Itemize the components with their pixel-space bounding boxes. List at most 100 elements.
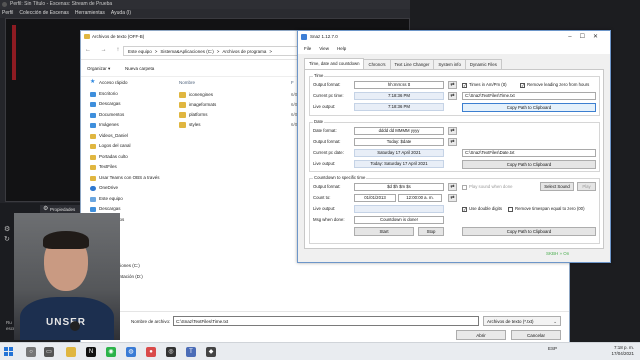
date-current-value: Saturday 17 April 2021 bbox=[354, 149, 444, 157]
obs-menu-herramientas[interactable]: Herramientas bbox=[75, 9, 105, 18]
refresh-icon[interactable]: ↻ bbox=[4, 235, 14, 245]
time-output-format-input[interactable]: hh:mm:ss tt bbox=[354, 81, 444, 89]
file-name: iconengines bbox=[189, 92, 214, 97]
sidebar-item[interactable]: Usar Teams con OBS a través bbox=[81, 173, 167, 184]
back-forward-icon[interactable]: ← → ↑ bbox=[85, 47, 123, 53]
countdown-stop-button[interactable]: Stop bbox=[418, 227, 444, 236]
menu-view[interactable]: View bbox=[319, 43, 329, 54]
filetype-select[interactable]: Archivos de texto (*.txt) ⌄ bbox=[483, 316, 561, 326]
time-file-path[interactable]: C:\Snaz\TextFiles\Time.txt bbox=[462, 92, 596, 100]
obs-menu-escenas[interactable]: Colección de Escenas bbox=[19, 9, 68, 18]
task-view-icon[interactable]: ▭ bbox=[44, 347, 54, 357]
obs-icon[interactable]: ◎ bbox=[166, 347, 176, 357]
sidebar-item[interactable]: OneDrive bbox=[81, 183, 167, 194]
cancel-button[interactable]: Cancelar bbox=[511, 330, 561, 340]
sidebar-item[interactable]: Videos_Daniel bbox=[81, 131, 167, 142]
sidebar-item[interactable]: TextFiles bbox=[81, 162, 167, 173]
image-icon bbox=[90, 123, 96, 128]
app-icon[interactable]: ◆ bbox=[206, 347, 216, 357]
tab-dynamic-files[interactable]: Dynamic Files bbox=[464, 59, 502, 69]
document-icon bbox=[90, 112, 96, 118]
ampm-checkbox[interactable]: ✓ Times in Am/Pm (tt) bbox=[462, 81, 507, 89]
breadcrumb-separator: > bbox=[154, 49, 158, 54]
sidebar-item[interactable]: Imágenes bbox=[81, 120, 167, 131]
sidebar-item[interactable]: ★ Acceso rápido bbox=[81, 78, 167, 89]
date-copy-path-button[interactable]: Copy Path to Clipboard bbox=[462, 160, 596, 169]
chrome-icon[interactable]: ◍ bbox=[126, 347, 136, 357]
teams-icon[interactable]: T bbox=[186, 347, 196, 357]
date-format-input[interactable]: dddd dd MMMM yyyy bbox=[354, 127, 444, 135]
obs-menu-ayuda[interactable]: Ayuda (I) bbox=[111, 9, 131, 18]
file-explorer-icon[interactable] bbox=[66, 347, 76, 357]
chevron-down-icon: ⌄ bbox=[553, 319, 557, 324]
folder-icon bbox=[90, 154, 96, 160]
app-icon[interactable]: N bbox=[86, 347, 96, 357]
system-clock[interactable]: 7:18 p. m. 17/04/2021 bbox=[611, 345, 634, 357]
file-name: imageformats bbox=[189, 102, 217, 107]
check-icon: ✓ bbox=[462, 82, 467, 88]
count-to-date[interactable]: 01/01/2013 bbox=[354, 194, 396, 202]
filename-input[interactable]: C:\Snaz\TextFiles\Time.txt bbox=[173, 316, 479, 326]
select-sound-button[interactable]: Select Sound bbox=[540, 182, 574, 191]
play-sound-checkbox[interactable]: Play sound when done bbox=[462, 183, 512, 191]
menu-file[interactable]: File bbox=[304, 43, 311, 54]
date-file-path[interactable]: C:\Snaz\TextFiles\Date.txt bbox=[462, 149, 596, 157]
folder-icon bbox=[179, 122, 186, 128]
windows-start-icon[interactable] bbox=[4, 347, 14, 357]
organize-button[interactable]: Organizar ▾ bbox=[87, 65, 110, 73]
microphone-icon bbox=[70, 321, 80, 331]
time-current-insert-button[interactable]: ⇄ bbox=[448, 92, 457, 100]
column-name[interactable]: Nombre bbox=[179, 80, 195, 85]
webcam-shirt-text: UNSER bbox=[46, 317, 87, 328]
date-format-insert-button[interactable]: ⇄ bbox=[448, 127, 457, 135]
new-folder-button[interactable]: Nueva carpeta bbox=[125, 65, 154, 73]
sidebar-item[interactable]: Documentos bbox=[81, 110, 167, 121]
tab-system-info[interactable]: System info bbox=[433, 59, 466, 69]
address-bar[interactable]: Este equipo > Sistema&Aplicaciones (C:) … bbox=[123, 46, 301, 56]
remove-zero-checkbox-label: Remove leading zero from hours bbox=[527, 82, 590, 87]
menu-help[interactable]: Help bbox=[337, 43, 346, 54]
breadcrumb-item[interactable]: Este equipo bbox=[128, 47, 152, 55]
time-format-insert-button[interactable]: ⇄ bbox=[448, 81, 457, 89]
count-to-insert-button[interactable]: ⇄ bbox=[448, 194, 457, 202]
double-digits-checkbox[interactable]: ✓ Use double digits bbox=[462, 205, 502, 213]
search-icon[interactable]: ○ bbox=[26, 347, 36, 357]
tab-time-date-countdown[interactable]: Time, date and countdown bbox=[304, 58, 365, 69]
sidebar-item[interactable]: Este equipo bbox=[81, 194, 167, 205]
whatsapp-icon[interactable]: ◉ bbox=[106, 347, 116, 357]
countdown-format-insert-button[interactable]: ⇄ bbox=[448, 183, 457, 191]
breadcrumb-item[interactable]: Archivos de programa bbox=[222, 47, 266, 55]
date-output-insert-button[interactable]: ⇄ bbox=[448, 138, 457, 146]
remove-zero-checkbox[interactable]: ✓ Remove leading zero from hours bbox=[520, 81, 589, 89]
play-button[interactable]: Play bbox=[577, 182, 596, 191]
column-date[interactable]: F bbox=[291, 78, 294, 88]
obs-menu-perfil[interactable]: Perfil bbox=[2, 9, 13, 18]
open-button[interactable]: Abrir bbox=[456, 330, 506, 340]
date-output-format-input[interactable]: Today: $date bbox=[354, 138, 444, 146]
sidebar-item[interactable]: Logos del canal bbox=[81, 141, 167, 152]
play-sound-label: Play sound when done bbox=[469, 184, 513, 189]
sidebar-item[interactable]: Escritorio bbox=[81, 89, 167, 100]
time-copy-path-button[interactable]: Copy Path to Clipboard bbox=[462, 103, 596, 112]
settings-icon[interactable]: ⚙ bbox=[4, 225, 14, 235]
window-controls[interactable]: –☐✕ bbox=[568, 31, 606, 43]
count-to-time[interactable]: 12:00:00 a. m. bbox=[398, 194, 442, 202]
breadcrumb-item[interactable]: Sistema&Aplicaciones (C:) bbox=[160, 47, 213, 55]
obs-title-bar: Perfil: Sin Título - Escenas: Stream de … bbox=[0, 0, 410, 9]
sidebar-item[interactable]: Descargas bbox=[81, 99, 167, 110]
msg-done-input[interactable]: Countdown is done! bbox=[354, 216, 444, 224]
countdown-copy-path-button[interactable]: Copy Path to Clipboard bbox=[462, 227, 596, 236]
sidebar-item-label: Imágenes bbox=[99, 122, 119, 127]
tab-chronos[interactable]: Chrono's bbox=[363, 59, 391, 69]
sidebar-item-label: Descargas bbox=[99, 206, 121, 211]
app-icon[interactable]: ● bbox=[146, 347, 156, 357]
language-indicator[interactable]: ESP bbox=[548, 346, 557, 352]
sidebar-item-label: Portadas culto bbox=[99, 153, 128, 159]
tab-text-line-changer[interactable]: Text Line Changer bbox=[389, 59, 435, 69]
remove-timespan-checkbox[interactable]: Remove timespan equal to zero (00) bbox=[508, 205, 585, 213]
time-group-title: Time bbox=[313, 73, 325, 79]
countdown-start-button[interactable]: Start bbox=[354, 227, 414, 236]
snaz-title-bar: Snaz 1.12.7.0 –☐✕ bbox=[298, 31, 610, 43]
countdown-output-format-input[interactable]: $d $h $m $s bbox=[354, 183, 444, 191]
sidebar-item[interactable]: Portadas culto bbox=[81, 152, 167, 163]
